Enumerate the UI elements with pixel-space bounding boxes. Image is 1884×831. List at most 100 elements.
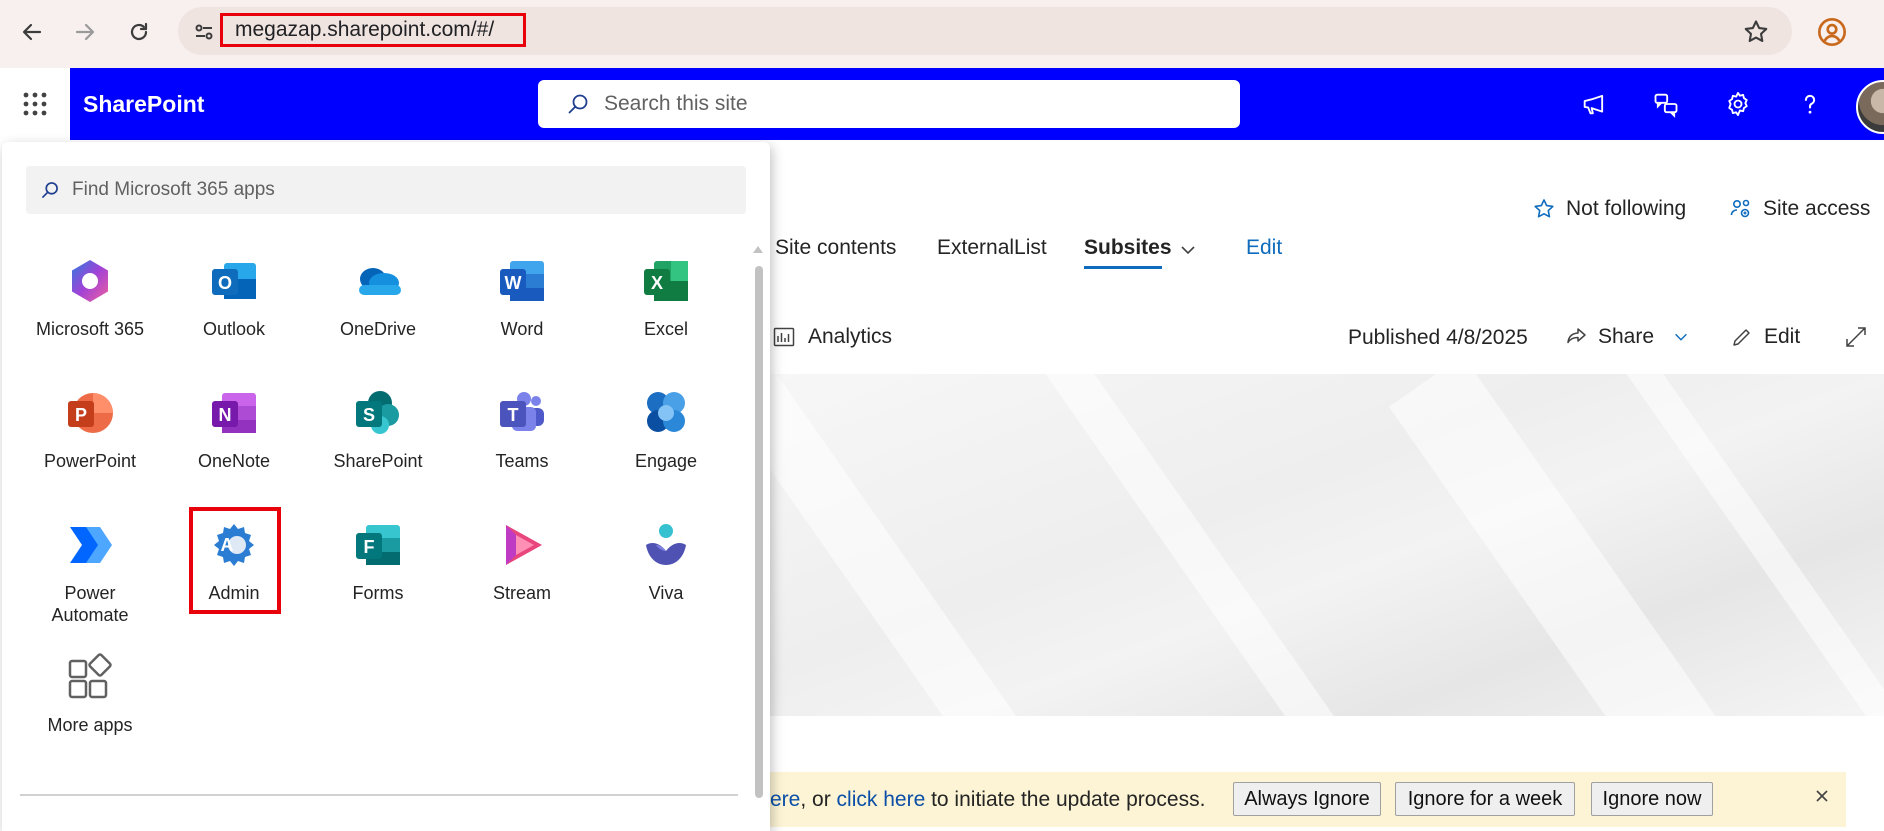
app-tile-powerpoint[interactable]: P PowerPoint: [20, 388, 160, 472]
powerpoint-icon: P: [65, 388, 115, 438]
ignore-now-button[interactable]: Ignore now: [1591, 782, 1713, 816]
app-label: Teams: [495, 451, 549, 471]
app-tile-engage[interactable]: Engage: [596, 388, 736, 472]
site-search-box[interactable]: Search this site: [538, 80, 1240, 128]
app-tile-stream[interactable]: Stream: [452, 520, 592, 604]
site-search-placeholder: Search this site: [604, 92, 748, 115]
chevron-down-icon[interactable]: [1178, 240, 1198, 265]
svg-text:T: T: [508, 405, 519, 425]
star-outline-icon: [1534, 199, 1554, 218]
sharepoint-icon: S: [353, 388, 403, 438]
pencil-icon: [1733, 329, 1750, 346]
app-label: Power Automate: [51, 583, 129, 625]
chevron-down-icon: [1675, 333, 1687, 341]
power-automate-icon: [65, 520, 115, 570]
megaphone-icon[interactable]: [1576, 86, 1612, 122]
svg-text:P: P: [75, 405, 87, 425]
help-icon[interactable]: [1792, 86, 1828, 122]
follow-label: Not following: [1566, 197, 1687, 220]
app-label: OneDrive: [339, 319, 417, 339]
app-label: Outlook: [202, 319, 266, 339]
app-search-box[interactable]: Find Microsoft 365 apps: [26, 166, 746, 214]
back-button[interactable]: [14, 14, 50, 50]
ignore-for-week-button[interactable]: Ignore for a week: [1395, 782, 1575, 816]
gear-icon[interactable]: [1720, 86, 1756, 122]
nav-externallist[interactable]: ExternalList: [937, 236, 1047, 260]
notice-text-suffix: to initiate the update process.: [925, 787, 1206, 811]
launcher-scrollbar[interactable]: [755, 266, 763, 798]
app-launcher-button[interactable]: [0, 68, 70, 140]
app-tile-onedrive[interactable]: OneDrive: [308, 256, 448, 340]
chat-icon[interactable]: [1648, 86, 1684, 122]
app-label: PowerPoint: [43, 451, 137, 471]
app-tile-excel[interactable]: X Excel: [596, 256, 736, 340]
published-status: Published 4/8/2025: [1348, 326, 1528, 349]
app-tile-teams[interactable]: T Teams: [452, 388, 592, 472]
waffle-icon: [23, 92, 47, 116]
people-settings-icon: [1730, 199, 1750, 218]
notice-link-fragment[interactable]: ere: [770, 788, 800, 812]
url-text[interactable]: megazap.sharepoint.com/#/: [220, 13, 526, 47]
search-icon: [42, 182, 58, 198]
stream-icon: [497, 520, 547, 570]
outlook-icon: O: [209, 256, 259, 306]
app-search-placeholder: Find Microsoft 365 apps: [72, 179, 275, 200]
site-access-label: Site access: [1763, 197, 1871, 220]
forms-icon: F: [353, 520, 403, 570]
star-icon[interactable]: [1742, 18, 1770, 46]
brand-title[interactable]: SharePoint: [83, 91, 204, 118]
app-tile-onenote[interactable]: N OneNote: [164, 388, 304, 472]
teams-icon: T: [497, 388, 547, 438]
nav-selected-underline: [1084, 266, 1162, 269]
expand-icon[interactable]: [1844, 325, 1868, 354]
svg-text:S: S: [363, 405, 375, 425]
nav-site-contents[interactable]: Site contents: [775, 236, 896, 260]
app-tile-word[interactable]: W Word: [452, 256, 592, 340]
site-access-button[interactable]: Site access: [1729, 197, 1870, 221]
share-button[interactable]: Share: [1564, 325, 1690, 349]
edit-page-label: Edit: [1764, 325, 1801, 348]
svg-text:W: W: [505, 273, 522, 293]
close-icon[interactable]: [1812, 786, 1832, 811]
app-tile-forms[interactable]: F Forms: [308, 520, 448, 604]
app-label: OneNote: [197, 451, 271, 471]
app-label: More apps: [47, 715, 133, 735]
app-tile-more-apps[interactable]: More apps: [20, 652, 160, 736]
search-icon: [568, 94, 588, 114]
app-label: Forms: [352, 583, 404, 603]
notice-click-here-link[interactable]: click here: [837, 788, 926, 812]
forward-arrow-icon: [75, 23, 95, 41]
back-arrow-icon: [22, 23, 42, 41]
analytics-button[interactable]: Analytics: [772, 325, 892, 349]
site-settings-icon[interactable]: [192, 20, 216, 44]
app-label: Excel: [643, 319, 688, 339]
svg-text:X: X: [651, 273, 663, 293]
nav-subsites[interactable]: Subsites: [1084, 236, 1172, 260]
hero-image: [770, 374, 1884, 716]
app-tile-microsoft-365[interactable]: Microsoft 365: [20, 256, 160, 340]
reload-button[interactable]: [121, 14, 157, 50]
svg-text:N: N: [219, 405, 232, 425]
onenote-icon: N: [209, 388, 259, 438]
edit-page-button[interactable]: Edit: [1730, 325, 1800, 349]
follow-button[interactable]: Not following: [1532, 197, 1686, 221]
app-label: SharePoint: [333, 451, 423, 471]
app-label: Engage: [634, 451, 698, 471]
always-ignore-button[interactable]: Always Ignore: [1233, 782, 1381, 816]
word-icon: W: [497, 256, 547, 306]
forward-button[interactable]: [67, 14, 103, 50]
app-tile-power-automate[interactable]: Power Automate: [20, 520, 160, 626]
excel-icon: X: [641, 256, 691, 306]
engage-icon: [641, 388, 691, 438]
app-tile-outlook[interactable]: O Outlook: [164, 256, 304, 340]
app-tile-sharepoint[interactable]: S SharePoint: [308, 388, 448, 472]
onedrive-icon: [353, 256, 403, 306]
nav-edit-link[interactable]: Edit: [1246, 236, 1282, 260]
svg-text:F: F: [364, 537, 375, 557]
app-label: Viva: [648, 583, 684, 603]
launcher-divider: [20, 794, 738, 796]
microsoft-365-icon: [65, 256, 115, 306]
profile-icon[interactable]: [1816, 16, 1848, 48]
app-tile-viva[interactable]: Viva: [596, 520, 736, 604]
scrollbar-up-arrow[interactable]: [753, 246, 763, 253]
